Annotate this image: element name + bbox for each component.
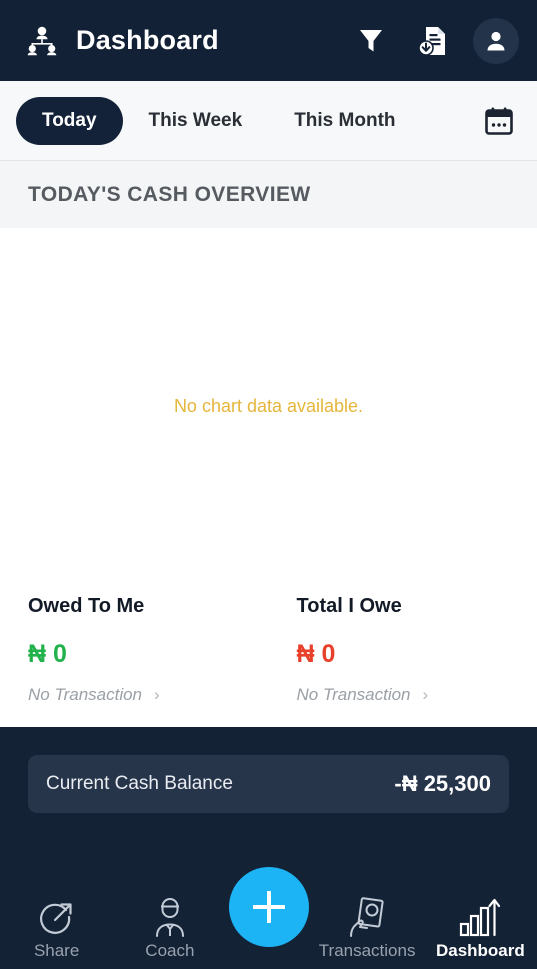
balance-value: -₦ 25,300 — [394, 771, 491, 796]
chevron-right-icon: › — [422, 685, 429, 704]
nav-label-share: Share — [33, 941, 80, 960]
footer-section: Current Cash Balance -₦ 25,300 Share Coa… — [0, 727, 537, 969]
total-i-owe-amount: ₦ 0 — [297, 640, 510, 669]
nav-item-coach[interactable]: Coach — [113, 891, 226, 961]
nav-item-transactions[interactable]: Transactions — [311, 891, 424, 961]
card-owed-to-me[interactable]: Owed To Me ₦ 0 No Transaction › — [28, 585, 269, 727]
naira-symbol: ₦ — [28, 640, 47, 668]
nav-label-coach: Coach — [145, 941, 195, 960]
period-tab-bar: Today This Week This Month — [0, 81, 537, 161]
owed-to-me-value: 0 — [53, 640, 67, 668]
nav-label-transactions: Transactions — [318, 941, 416, 960]
chart-empty-message: No chart data available. — [173, 396, 364, 416]
filter-funnel-icon[interactable] — [349, 19, 393, 63]
avatar[interactable] — [473, 17, 519, 64]
tab-this-month[interactable]: This Month — [268, 97, 421, 145]
nav-item-share[interactable]: Share — [0, 891, 113, 961]
organization-hierarchy-icon[interactable] — [16, 15, 68, 67]
page-title: Dashboard — [76, 25, 219, 55]
summary-cards: Owed To Me ₦ 0 No Transaction › Total I … — [0, 585, 537, 727]
coach-person-icon — [150, 891, 190, 937]
owed-to-me-subtitle[interactable]: No Transaction › — [28, 685, 269, 705]
current-cash-balance-card[interactable]: Current Cash Balance -₦ 25,300 — [28, 755, 509, 813]
share-arrow-icon — [37, 891, 77, 937]
plus-icon — [252, 891, 285, 923]
owed-to-me-title: Owed To Me — [28, 595, 145, 617]
section-title: TODAY'S CASH OVERVIEW — [28, 182, 311, 206]
owed-to-me-amount: ₦ 0 — [28, 640, 269, 669]
total-i-owe-title: Total I Owe — [296, 595, 402, 617]
hand-money-icon — [347, 891, 387, 937]
app-header: Dashboard — [0, 0, 537, 81]
person-avatar-icon — [487, 31, 505, 50]
nav-item-dashboard[interactable]: Dashboard — [424, 891, 537, 961]
header-actions — [349, 17, 519, 64]
naira-symbol: ₦ — [296, 640, 315, 668]
nav-label-dashboard: Dashboard — [435, 941, 525, 960]
total-i-owe-subtitle[interactable]: No Transaction › — [297, 685, 510, 705]
tab-today[interactable]: Today — [16, 96, 123, 145]
document-download-icon[interactable] — [411, 19, 455, 63]
app-screen: Dashboard Today This Week This Month TOD… — [0, 0, 537, 969]
card-total-i-owe[interactable]: Total I Owe ₦ 0 No Transaction › — [269, 585, 510, 727]
balance-label: Current Cash Balance — [46, 773, 233, 794]
chevron-right-icon: › — [154, 685, 160, 704]
total-i-owe-value: 0 — [321, 640, 336, 668]
section-header: TODAY'S CASH OVERVIEW — [0, 161, 537, 228]
total-i-owe-subtitle-text: No Transaction — [296, 685, 411, 704]
calendar-icon[interactable] — [477, 99, 521, 143]
bar-chart-growth-icon — [459, 891, 501, 937]
cash-overview-chart: No chart data available. — [0, 228, 537, 585]
owed-to-me-subtitle-text: No Transaction — [28, 685, 143, 704]
bottom-nav-right-group: Transactions Dashboard — [269, 891, 537, 961]
add-transaction-fab[interactable] — [228, 867, 309, 947]
tab-this-week[interactable]: This Week — [123, 97, 269, 145]
